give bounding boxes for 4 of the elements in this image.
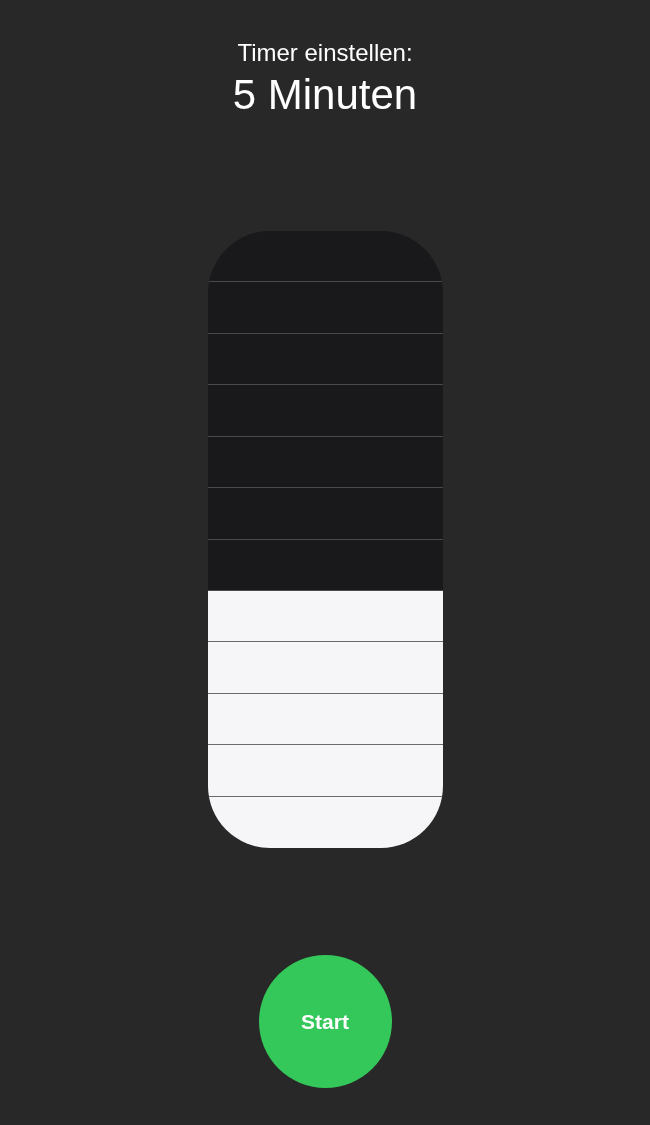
start-button[interactable]: Start [258,955,392,1088]
timer-slider[interactable] [207,231,443,848]
timer-value: 5 Minuten [232,70,418,120]
timer-label: Timer einstellen: [237,38,413,68]
